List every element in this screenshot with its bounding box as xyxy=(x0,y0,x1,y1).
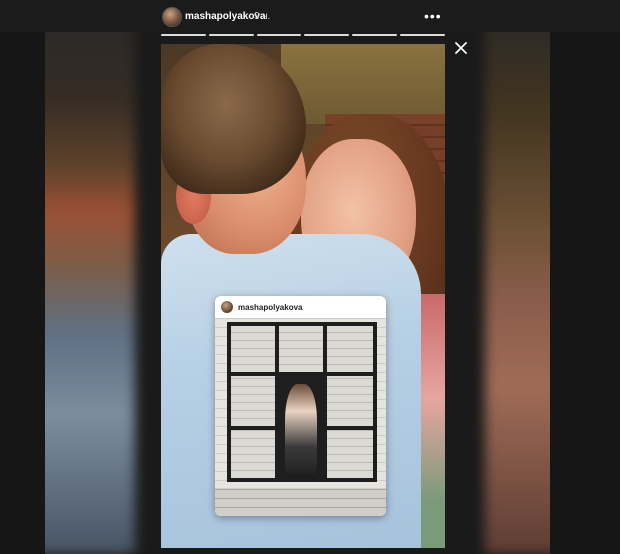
progress-segment xyxy=(161,34,206,36)
window-frame xyxy=(227,322,377,482)
progress-segment xyxy=(400,34,445,36)
top-bar xyxy=(0,0,620,32)
reshared-post-username: mashapolyakova xyxy=(238,302,303,312)
reshared-post-avatar xyxy=(221,301,233,313)
backdrop-right-edge xyxy=(550,0,620,554)
window-pane xyxy=(327,376,373,426)
window-pane xyxy=(279,326,323,372)
window-pane xyxy=(327,326,373,372)
window-pane xyxy=(231,326,275,372)
story-time: 9 ч. xyxy=(254,11,271,22)
progress-segment xyxy=(304,34,350,36)
window-pane xyxy=(231,430,275,478)
story-progress-bar xyxy=(161,34,445,36)
progress-segment xyxy=(256,34,302,36)
story-ceiling xyxy=(281,44,445,124)
close-icon[interactable] xyxy=(453,40,469,56)
avatar[interactable] xyxy=(162,7,182,27)
more-dots-icon[interactable]: ••• xyxy=(424,8,442,24)
progress-segment xyxy=(208,34,254,36)
reshared-post-image xyxy=(215,318,386,516)
window-sill xyxy=(215,488,386,516)
mirror-reflection xyxy=(285,384,317,474)
progress-segment xyxy=(352,34,398,36)
reshared-post-header: mashapolyakova xyxy=(215,296,386,318)
window-pane xyxy=(327,430,373,478)
window-pane xyxy=(231,376,275,426)
backdrop-left-edge xyxy=(0,0,45,554)
reshared-post-card[interactable]: mashapolyakova xyxy=(215,296,386,516)
